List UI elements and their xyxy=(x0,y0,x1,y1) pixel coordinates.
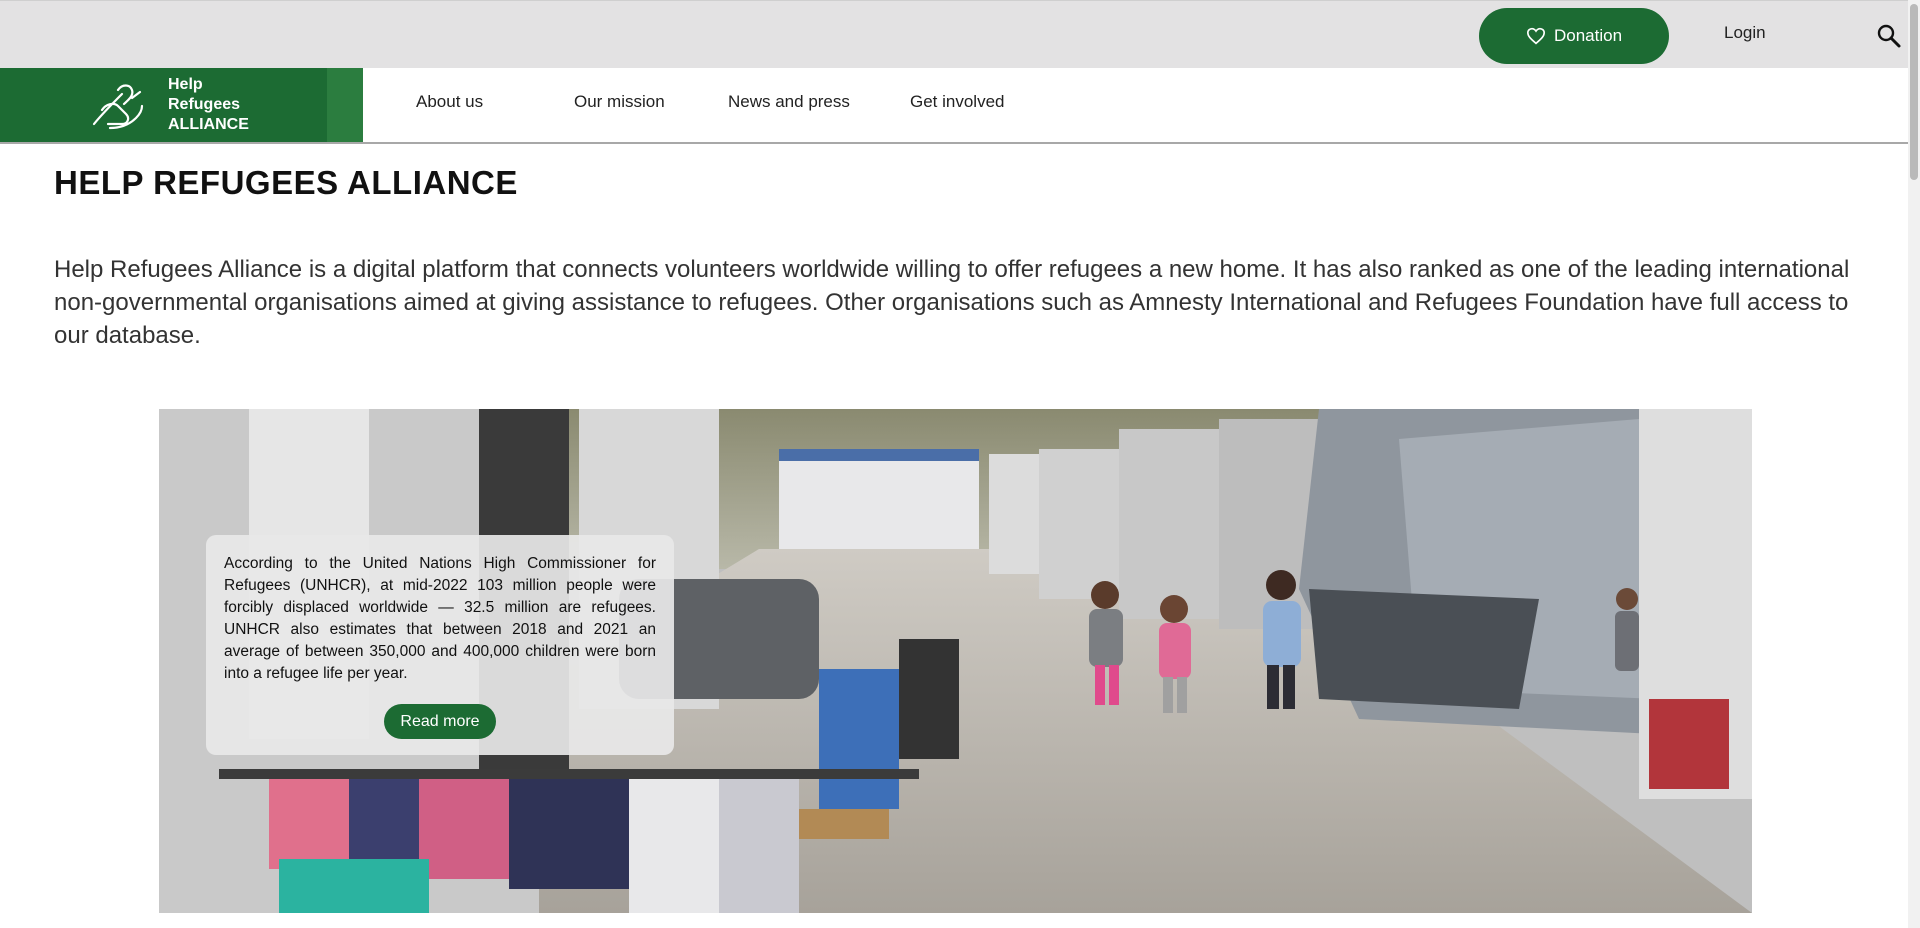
logo-line-help: Help xyxy=(168,76,203,93)
logo-line-refugees: Refugees xyxy=(168,96,241,113)
main-navigation: Help Refugees ALLIANCE About us Our miss… xyxy=(0,68,1908,144)
donation-label: Donation xyxy=(1553,26,1623,45)
scrollbar-thumb[interactable] xyxy=(1910,4,1918,180)
statistics-info-card: According to the United Nations High Com… xyxy=(206,535,674,755)
hands-heart-logo-icon xyxy=(92,84,144,130)
intro-paragraph: Help Refugees Alliance is a digital plat… xyxy=(54,256,1850,349)
logo-text: Help Refugees ALLIANCE xyxy=(168,75,249,135)
site-logo[interactable]: Help Refugees ALLIANCE xyxy=(0,68,327,142)
logo-accent-strip xyxy=(327,68,363,142)
read-more-button[interactable]: Read more xyxy=(384,704,496,739)
hero-image: According to the United Nations High Com… xyxy=(159,409,1752,913)
nav-item-about-us[interactable]: About us xyxy=(416,92,483,112)
nav-item-our-mission[interactable]: Our mission xyxy=(574,92,665,112)
page-scrollbar[interactable] xyxy=(1908,0,1920,928)
top-utility-bar: Donation Login xyxy=(0,0,1908,68)
donation-button[interactable]: Donation xyxy=(1479,8,1669,64)
statistics-text: According to the United Nations High Com… xyxy=(224,555,656,682)
nav-item-get-involved[interactable]: Get involved xyxy=(910,92,1005,112)
page-title: HELP REFUGEES ALLIANCE xyxy=(54,164,518,201)
logo-line-alliance: ALLIANCE xyxy=(168,116,249,133)
heart-icon xyxy=(1526,27,1545,45)
search-icon[interactable] xyxy=(1876,23,1902,49)
nav-item-news-and-press[interactable]: News and press xyxy=(728,92,850,112)
login-link[interactable]: Login xyxy=(1724,23,1766,43)
